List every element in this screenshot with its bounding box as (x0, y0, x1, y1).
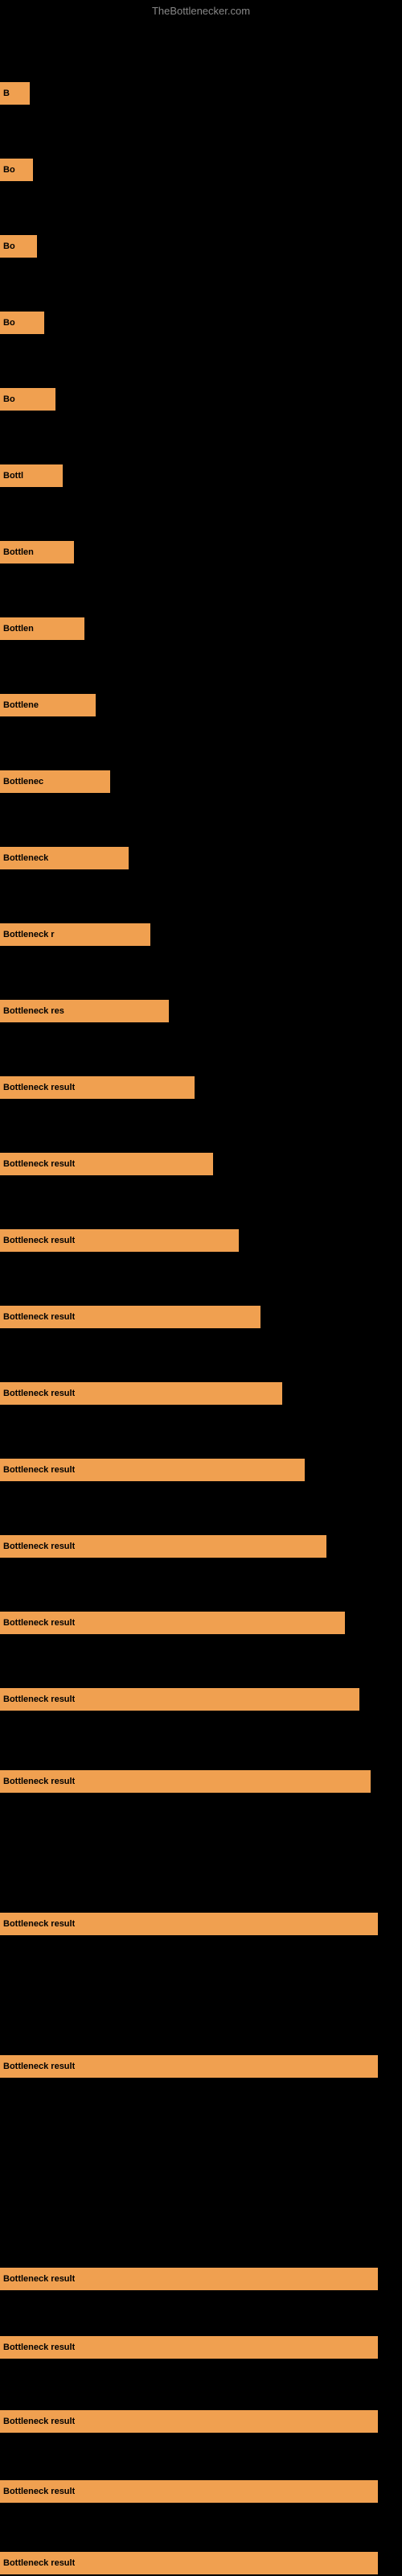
bar-item: Bottlen (0, 539, 402, 565)
bar: Bottleneck result (0, 1688, 359, 1711)
bar-item: Bo (0, 310, 402, 336)
bar-label: Bo (3, 165, 15, 175)
bar-item: Bottl (0, 463, 402, 489)
bar-label: Bo (3, 394, 15, 404)
bar-label: Bottl (3, 471, 23, 481)
bar-item: Bottleneck result (0, 2479, 402, 2504)
bar: Bottleneck (0, 847, 129, 869)
bar-item: Bottleneck result (0, 1686, 402, 1712)
bar-label: Bottleneck result (3, 2487, 75, 2496)
bar-label: Bo (3, 242, 15, 251)
bar-label: Bottleneck result (3, 1389, 75, 1398)
bar-label: Bottleneck result (3, 1083, 75, 1092)
bar-label: Bottlenec (3, 777, 43, 786)
bar: Bottleneck result (0, 1913, 378, 1935)
bar-item: Bottleneck result (0, 1151, 402, 1177)
bar-item: Bottlene (0, 692, 402, 718)
bar-label: Bottleneck result (3, 1542, 75, 1551)
bar-label: Bottlene (3, 700, 39, 710)
bar-item: Bottleneck result (0, 1381, 402, 1406)
bar: Bottl (0, 464, 63, 487)
bar: Bottleneck res (0, 1000, 169, 1022)
bar-label: Bottleneck result (3, 1465, 75, 1475)
bar-item: Bo (0, 386, 402, 412)
bar-label: B (3, 89, 10, 98)
bar: Bo (0, 235, 37, 258)
bar: Bottleneck result (0, 2268, 378, 2290)
bar: Bottleneck result (0, 1306, 260, 1328)
bar-label: Bottleneck result (3, 1777, 75, 1786)
bar-label: Bottleneck result (3, 1159, 75, 1169)
bar-label: Bottleneck result (3, 1618, 75, 1628)
bar: Bottleneck result (0, 2336, 378, 2359)
bar-item: Bottleneck result (0, 2550, 402, 2576)
bar: Bo (0, 159, 33, 181)
bar-label: Bottleneck result (3, 1312, 75, 1322)
bar: Bottleneck result (0, 1612, 345, 1634)
bar-item: Bottleneck r (0, 922, 402, 947)
site-title: TheBottlenecker.com (0, 0, 402, 22)
bar-label: Bottleneck result (3, 2558, 75, 2568)
bar: Bottleneck result (0, 1229, 239, 1252)
bar-label: Bottleneck result (3, 2062, 75, 2071)
bar: Bottleneck result (0, 1770, 371, 1793)
bar-item: Bottleneck result (0, 2409, 402, 2434)
bar-label: Bo (3, 318, 15, 328)
bar-label: Bottleneck r (3, 930, 55, 939)
bar-item: Bottlenec (0, 769, 402, 795)
bar: Bottleneck result (0, 1459, 305, 1481)
bar-item: Bottleneck result (0, 1304, 402, 1330)
bar-label: Bottleneck result (3, 2274, 75, 2284)
bar-label: Bottleneck result (3, 1236, 75, 1245)
bar-item: Bo (0, 157, 402, 183)
bar-item: Bottleneck result (0, 1457, 402, 1483)
bar-item: Bottlen (0, 616, 402, 642)
bar-label: Bottleneck result (3, 2343, 75, 2352)
bar-label: Bottleneck res (3, 1006, 64, 1016)
bar-item: Bottleneck result (0, 1610, 402, 1636)
bar: Bottleneck result (0, 1535, 326, 1558)
bar-item: Bottleneck result (0, 2054, 402, 2079)
bar: Bo (0, 388, 55, 411)
bar: Bottleneck result (0, 2055, 378, 2078)
bar-item: Bottleneck result (0, 2334, 402, 2360)
bar-label: Bottleneck result (3, 1919, 75, 1929)
bar-label: Bottlen (3, 547, 34, 557)
bar-item: Bottleneck (0, 845, 402, 871)
bar-item: Bottleneck result (0, 2266, 402, 2292)
bar: Bottleneck result (0, 2410, 378, 2433)
bar-item: Bo (0, 233, 402, 259)
bar-item: Bottleneck result (0, 1228, 402, 1253)
bar-item: B (0, 80, 402, 106)
bar-item: Bottleneck result (0, 1534, 402, 1559)
bar-label: Bottleneck result (3, 2417, 75, 2426)
bar: Bottlene (0, 694, 96, 716)
bar: B (0, 82, 30, 105)
bar: Bottleneck result (0, 1382, 282, 1405)
bar-item: Bottleneck result (0, 1911, 402, 1937)
bar-item: Bottleneck result (0, 1769, 402, 1794)
bar: Bottleneck result (0, 1153, 213, 1175)
bar: Bottleneck result (0, 2480, 378, 2503)
bar-label: Bottleneck result (3, 1695, 75, 1704)
bar: Bottleneck result (0, 1076, 195, 1099)
bar-label: Bottleneck (3, 853, 48, 863)
bar: Bottleneck result (0, 2552, 378, 2574)
bar-label: Bottlen (3, 624, 34, 634)
bar: Bottleneck r (0, 923, 150, 946)
bar: Bottlen (0, 541, 74, 564)
bar: Bo (0, 312, 44, 334)
bar-item: Bottleneck result (0, 1075, 402, 1100)
bar-item: Bottleneck res (0, 998, 402, 1024)
bar: Bottlen (0, 617, 84, 640)
bar: Bottlenec (0, 770, 110, 793)
